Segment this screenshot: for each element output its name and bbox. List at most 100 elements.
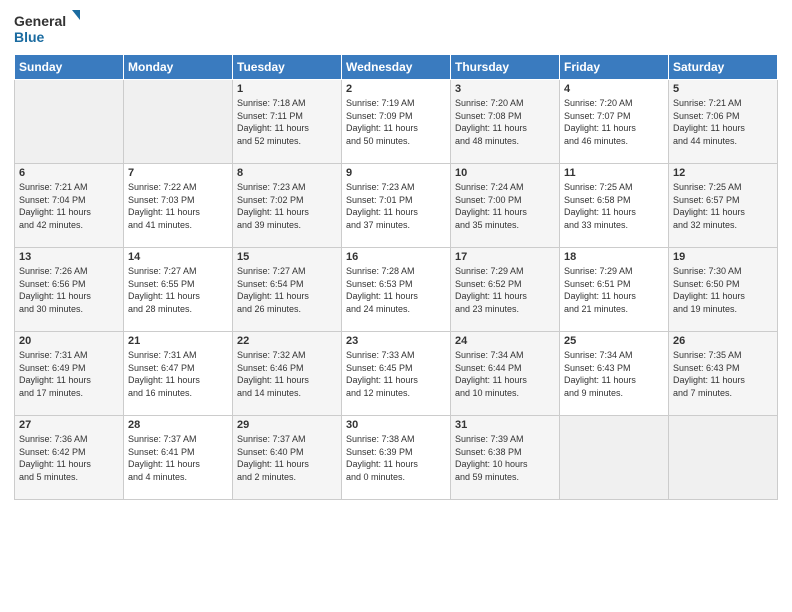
calendar-cell: 1 Sunrise: 7:18 AM Sunset: 7:11 PM Daylig…: [233, 80, 342, 164]
calendar-week-row: 6Sunrise: 7:21 AM Sunset: 7:04 PM Daylig…: [15, 164, 778, 248]
cell-info: Sunrise: 7:39 AM Sunset: 6:38 PM Dayligh…: [455, 433, 555, 483]
calendar-cell: 2Sunrise: 7:19 AM Sunset: 7:09 PM Daylig…: [342, 80, 451, 164]
cell-info: Sunrise: 7:26 AM Sunset: 6:56 PM Dayligh…: [19, 265, 119, 315]
calendar-week-row: 1 Sunrise: 7:18 AM Sunset: 7:11 PM Daylig…: [15, 80, 778, 164]
calendar-cell: [124, 80, 233, 164]
day-number: 22: [237, 335, 337, 347]
svg-text:General: General: [14, 13, 66, 29]
day-number: 9: [346, 167, 446, 179]
day-number: 18: [564, 251, 664, 263]
cell-info: Sunrise: 7:21 AM Sunset: 7:04 PM Dayligh…: [19, 181, 119, 231]
calendar-cell: 17 Sunrise: 7:29 AM Sunset: 6:52 PM Dayli…: [451, 248, 560, 332]
day-number: 13: [19, 251, 119, 263]
day-number: 5: [673, 83, 773, 95]
cell-info: Sunrise: 7:35 AM Sunset: 6:43 PM Dayligh…: [673, 349, 773, 399]
day-number: 12: [673, 167, 773, 179]
day-number: 17: [455, 251, 555, 263]
day-number: 11: [564, 167, 664, 179]
calendar-week-row: 20 Sunrise: 7:31 AM Sunset: 6:49 PM Dayli…: [15, 332, 778, 416]
day-number: 23: [346, 335, 446, 347]
cell-info: Sunrise: 7:25 AM Sunset: 6:57 PM Dayligh…: [673, 181, 773, 231]
calendar-cell: 13 Sunrise: 7:26 AM Sunset: 6:56 PM Dayli…: [15, 248, 124, 332]
weekday-header-sunday: Sunday: [15, 55, 124, 80]
calendar-cell: 10 Sunrise: 7:24 AM Sunset: 7:00 PM Dayli…: [451, 164, 560, 248]
calendar-cell: 18 Sunrise: 7:29 AM Sunset: 6:51 PM Dayli…: [560, 248, 669, 332]
calendar-cell: 4Sunrise: 7:20 AM Sunset: 7:07 PM Daylig…: [560, 80, 669, 164]
day-number: 30: [346, 419, 446, 431]
cell-info: Sunrise: 7:19 AM Sunset: 7:09 PM Dayligh…: [346, 97, 446, 147]
cell-info: Sunrise: 7:27 AM Sunset: 6:54 PM Dayligh…: [237, 265, 337, 315]
cell-info: Sunrise: 7:22 AM Sunset: 7:03 PM Dayligh…: [128, 181, 228, 231]
cell-info: Sunrise: 7:24 AM Sunset: 7:00 PM Dayligh…: [455, 181, 555, 231]
day-number: 16: [346, 251, 446, 263]
cell-info: Sunrise: 7:23 AM Sunset: 7:02 PM Dayligh…: [237, 181, 337, 231]
calendar-cell: 23 Sunrise: 7:33 AM Sunset: 6:45 PM Dayli…: [342, 332, 451, 416]
day-number: 8: [237, 167, 337, 179]
calendar-table: SundayMondayTuesdayWednesdayThursdayFrid…: [14, 54, 778, 500]
calendar-week-row: 27 Sunrise: 7:36 AM Sunset: 6:42 PM Dayli…: [15, 416, 778, 500]
cell-info: Sunrise: 7:34 AM Sunset: 6:44 PM Dayligh…: [455, 349, 555, 399]
calendar-cell: 11 Sunrise: 7:25 AM Sunset: 6:58 PM Dayli…: [560, 164, 669, 248]
calendar-cell: 22 Sunrise: 7:32 AM Sunset: 6:46 PM Dayli…: [233, 332, 342, 416]
day-number: 21: [128, 335, 228, 347]
cell-info: Sunrise: 7:27 AM Sunset: 6:55 PM Dayligh…: [128, 265, 228, 315]
day-number: 19: [673, 251, 773, 263]
cell-info: Sunrise: 7:37 AM Sunset: 6:40 PM Dayligh…: [237, 433, 337, 483]
calendar-cell: 26 Sunrise: 7:35 AM Sunset: 6:43 PM Dayli…: [669, 332, 778, 416]
day-number: 3: [455, 83, 555, 95]
calendar-cell: 15Sunrise: 7:27 AM Sunset: 6:54 PM Dayli…: [233, 248, 342, 332]
weekday-header-tuesday: Tuesday: [233, 55, 342, 80]
calendar-cell: 24 Sunrise: 7:34 AM Sunset: 6:44 PM Dayli…: [451, 332, 560, 416]
calendar-cell: 8 Sunrise: 7:23 AM Sunset: 7:02 PM Daylig…: [233, 164, 342, 248]
cell-info: Sunrise: 7:30 AM Sunset: 6:50 PM Dayligh…: [673, 265, 773, 315]
svg-text:Blue: Blue: [14, 29, 45, 45]
calendar-cell: 19 Sunrise: 7:30 AM Sunset: 6:50 PM Dayli…: [669, 248, 778, 332]
cell-info: Sunrise: 7:31 AM Sunset: 6:47 PM Dayligh…: [128, 349, 228, 399]
day-number: 26: [673, 335, 773, 347]
calendar-cell: 7 Sunrise: 7:22 AM Sunset: 7:03 PM Daylig…: [124, 164, 233, 248]
logo-svg: General Blue: [14, 10, 84, 48]
day-number: 10: [455, 167, 555, 179]
cell-info: Sunrise: 7:29 AM Sunset: 6:52 PM Dayligh…: [455, 265, 555, 315]
calendar-week-row: 13 Sunrise: 7:26 AM Sunset: 6:56 PM Dayli…: [15, 248, 778, 332]
calendar-cell: [15, 80, 124, 164]
weekday-header-wednesday: Wednesday: [342, 55, 451, 80]
calendar-cell: 9Sunrise: 7:23 AM Sunset: 7:01 PM Daylig…: [342, 164, 451, 248]
calendar-cell: 25 Sunrise: 7:34 AM Sunset: 6:43 PM Dayli…: [560, 332, 669, 416]
day-number: 7: [128, 167, 228, 179]
day-number: 24: [455, 335, 555, 347]
page-container: General Blue SundayMondayTuesdayWednesda…: [0, 0, 792, 508]
cell-info: Sunrise: 7:18 AM Sunset: 7:11 PM Dayligh…: [237, 97, 337, 147]
cell-info: Sunrise: 7:36 AM Sunset: 6:42 PM Dayligh…: [19, 433, 119, 483]
cell-info: Sunrise: 7:25 AM Sunset: 6:58 PM Dayligh…: [564, 181, 664, 231]
calendar-cell: 31Sunrise: 7:39 AM Sunset: 6:38 PM Dayli…: [451, 416, 560, 500]
calendar-cell: 21 Sunrise: 7:31 AM Sunset: 6:47 PM Dayli…: [124, 332, 233, 416]
day-number: 1: [237, 83, 337, 95]
cell-info: Sunrise: 7:20 AM Sunset: 7:07 PM Dayligh…: [564, 97, 664, 147]
cell-info: Sunrise: 7:29 AM Sunset: 6:51 PM Dayligh…: [564, 265, 664, 315]
weekday-header-friday: Friday: [560, 55, 669, 80]
cell-info: Sunrise: 7:31 AM Sunset: 6:49 PM Dayligh…: [19, 349, 119, 399]
cell-info: Sunrise: 7:34 AM Sunset: 6:43 PM Dayligh…: [564, 349, 664, 399]
day-number: 27: [19, 419, 119, 431]
cell-info: Sunrise: 7:28 AM Sunset: 6:53 PM Dayligh…: [346, 265, 446, 315]
weekday-header-monday: Monday: [124, 55, 233, 80]
calendar-cell: 30 Sunrise: 7:38 AM Sunset: 6:39 PM Dayli…: [342, 416, 451, 500]
header: General Blue: [14, 10, 778, 48]
calendar-cell: 28Sunrise: 7:37 AM Sunset: 6:41 PM Dayli…: [124, 416, 233, 500]
calendar-cell: 5 Sunrise: 7:21 AM Sunset: 7:06 PM Daylig…: [669, 80, 778, 164]
weekday-header-thursday: Thursday: [451, 55, 560, 80]
calendar-cell: 20 Sunrise: 7:31 AM Sunset: 6:49 PM Dayli…: [15, 332, 124, 416]
weekday-header-row: SundayMondayTuesdayWednesdayThursdayFrid…: [15, 55, 778, 80]
day-number: 20: [19, 335, 119, 347]
day-number: 14: [128, 251, 228, 263]
cell-info: Sunrise: 7:32 AM Sunset: 6:46 PM Dayligh…: [237, 349, 337, 399]
cell-info: Sunrise: 7:21 AM Sunset: 7:06 PM Dayligh…: [673, 97, 773, 147]
cell-info: Sunrise: 7:38 AM Sunset: 6:39 PM Dayligh…: [346, 433, 446, 483]
cell-info: Sunrise: 7:33 AM Sunset: 6:45 PM Dayligh…: [346, 349, 446, 399]
day-number: 25: [564, 335, 664, 347]
calendar-cell: 27 Sunrise: 7:36 AM Sunset: 6:42 PM Dayli…: [15, 416, 124, 500]
calendar-cell: 16 Sunrise: 7:28 AM Sunset: 6:53 PM Dayli…: [342, 248, 451, 332]
day-number: 28: [128, 419, 228, 431]
calendar-cell: 14 Sunrise: 7:27 AM Sunset: 6:55 PM Dayli…: [124, 248, 233, 332]
